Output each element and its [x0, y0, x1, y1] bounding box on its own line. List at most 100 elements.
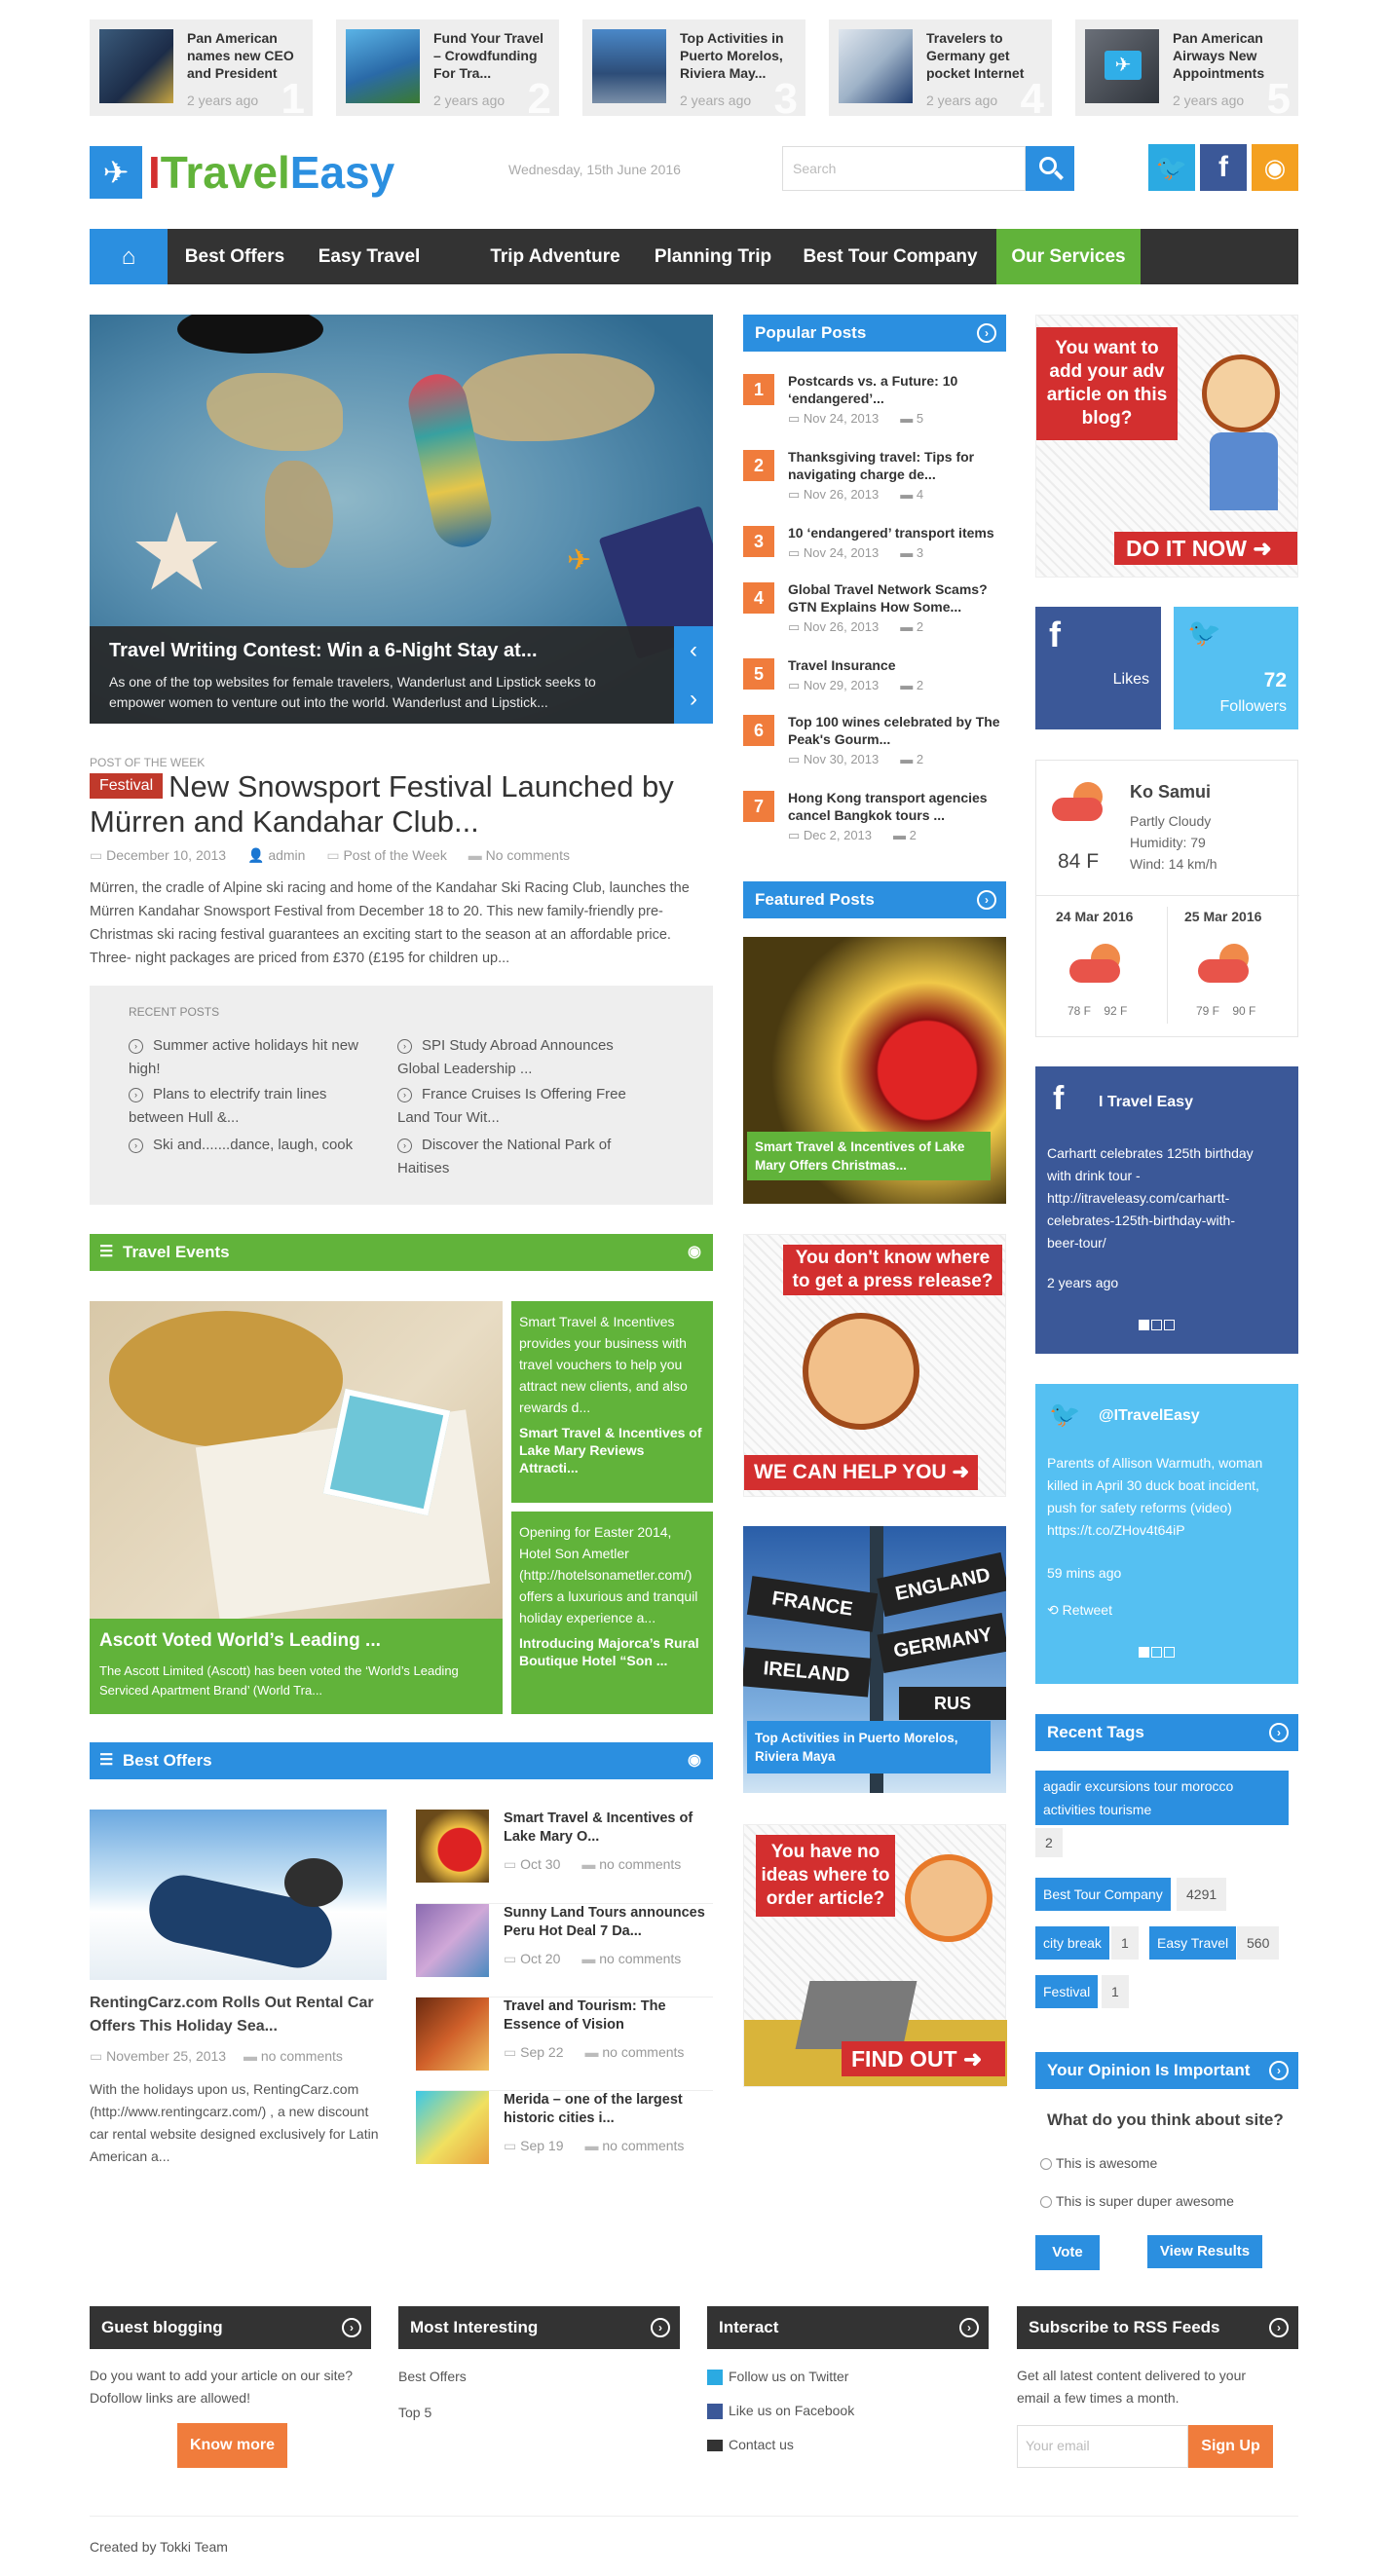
add-adv-ad[interactable]: You want to add your adv article on this… [1035, 315, 1298, 578]
like-facebook-link[interactable]: Like us on Facebook [707, 2403, 854, 2420]
order-article-ad[interactable]: You have no ideas where to order article… [743, 1824, 1007, 2087]
facebook-feed-title[interactable]: I Travel Easy [1099, 1094, 1193, 1111]
best-offer-main-title[interactable]: RentingCarz.com Rolls Out Rental Car Off… [90, 1992, 387, 2038]
ticker-item[interactable]: Travelers to Germany get pocket Internet… [829, 19, 1052, 116]
recent-post-item[interactable]: › Summer active holidays hit new high! [129, 1034, 372, 1081]
know-more-button[interactable]: Know more [177, 2423, 287, 2468]
popular-post-item[interactable]: 5 Travel Insurance ▭ Nov 29, 2013 ▬ 2 [743, 657, 1008, 717]
popular-post-item[interactable]: 7 Hong Kong transport agencies cancel Ban… [743, 790, 1008, 849]
site-logo[interactable]: ✈ ITravelEasy [90, 144, 394, 199]
featured-post-2[interactable]: FRANCE ENGLAND GERMANY IRELAND RUS Top A… [743, 1526, 1006, 1793]
popular-post-item[interactable]: 6 Top 100 wines celebrated by The Peak's … [743, 714, 1008, 773]
nav-our-services[interactable]: Our Services [996, 229, 1141, 284]
poll-option-1[interactable]: This is awesome [1040, 2155, 1157, 2171]
email-input[interactable]: Your email [1017, 2425, 1188, 2468]
rss-icon[interactable]: ◉ [688, 1234, 701, 1271]
potw-author[interactable]: admin [268, 847, 305, 863]
sign-up-button[interactable]: Sign Up [1188, 2425, 1273, 2468]
footer-link[interactable]: Top 5 [398, 2405, 431, 2420]
tag-agadir[interactable]: agadir excursions tour morocco activitie… [1035, 1771, 1289, 1825]
travel-events-title[interactable]: Travel Events [123, 1243, 230, 1261]
popular-post-item[interactable]: 4 Global Travel Network Scams? GTN Explai… [743, 581, 1008, 641]
footer-link[interactable]: Best Offers [398, 2369, 467, 2384]
rss-header-icon[interactable]: ◉ [1252, 144, 1298, 191]
travel-event-side-2[interactable]: Opening for Easter 2014, Hotel Son Ametl… [511, 1512, 713, 1714]
tag-easy-travel[interactable]: Easy Travel [1149, 1926, 1237, 1960]
travel-event-main-title[interactable]: Ascott Voted World’s Leading ... [99, 1630, 493, 1652]
retweet-link[interactable]: ⟲ Retweet [1047, 1602, 1112, 1619]
recent-post-item[interactable]: › Ski and.......dance, laugh, cook [129, 1134, 372, 1157]
side-1-title[interactable]: Smart Travel & Incentives of Lake Mary R… [519, 1424, 705, 1476]
view-results-button[interactable]: View Results [1147, 2235, 1262, 2268]
best-offers-title[interactable]: Best Offers [123, 1751, 212, 1770]
ticker-item[interactable]: Top Activities in Puerto Morelos, Rivier… [582, 19, 805, 116]
arrow-circle-icon[interactable]: › [977, 890, 996, 910]
radio-button[interactable] [1040, 2158, 1052, 2171]
follow-twitter-link[interactable]: Follow us on Twitter [707, 2369, 848, 2386]
vote-button[interactable]: Vote [1035, 2235, 1100, 2270]
slider-title[interactable]: Travel Writing Contest: Win a 6-Night St… [109, 640, 655, 662]
best-offer-item[interactable]: Smart Travel & Incentives of Lake Mary O… [416, 1810, 713, 1897]
potw-comments[interactable]: No comments [486, 847, 570, 863]
featured-caption-1[interactable]: Smart Travel & Incentives of Lake Mary O… [747, 1132, 991, 1180]
ticker-title[interactable]: Fund Your Travel – Crowdfunding For Tra.… [433, 29, 545, 82]
twitter-followers-box[interactable]: 🐦 72 Followers [1174, 607, 1298, 729]
popular-posts-title[interactable]: Popular Posts [755, 323, 866, 342]
arrow-circle-icon[interactable]: › [959, 2318, 979, 2337]
arrow-circle-icon[interactable]: › [1269, 1723, 1289, 1742]
recent-post-item[interactable]: › Plans to electrify train lines between … [129, 1083, 372, 1130]
facebook-feed-text[interactable]: Carhartt celebrates 125th birthday with … [1047, 1142, 1266, 1254]
tag-best-tour-company[interactable]: Best Tour Company [1035, 1878, 1171, 1911]
arrow-circle-icon[interactable]: › [977, 323, 996, 343]
travel-event-side-1[interactable]: Smart Travel & Incentives provides your … [511, 1301, 713, 1503]
twitter-header-icon[interactable]: 🐦 [1148, 144, 1195, 191]
arrow-circle-icon[interactable]: › [342, 2318, 361, 2337]
search-button[interactable] [1026, 146, 1074, 191]
arrow-circle-icon[interactable]: › [651, 2318, 670, 2337]
carousel-dots[interactable] [1139, 1318, 1175, 1333]
featured-caption-2[interactable]: Top Activities in Puerto Morelos, Rivier… [747, 1721, 991, 1773]
potw-title[interactable]: New Snowsport Festival Launched by Mürre… [90, 769, 674, 839]
nav-home[interactable]: ⌂ [90, 229, 168, 284]
arrow-circle-icon[interactable]: › [1269, 2061, 1289, 2080]
tag-city-break[interactable]: city break [1035, 1926, 1109, 1960]
facebook-header-icon[interactable]: f [1200, 144, 1247, 191]
popular-post-item[interactable]: 1 Postcards vs. a Future: 10 ‘endangered’… [743, 373, 1008, 432]
poll-option-2[interactable]: This is super duper awesome [1040, 2193, 1234, 2209]
contact-link[interactable]: Contact us [707, 2437, 794, 2452]
best-offer-item[interactable]: Sunny Land Tours announces Peru Hot Deal… [416, 1903, 713, 1991]
ticker-title[interactable]: Pan American Airways New Appointments [1173, 29, 1285, 82]
facebook-likes-box[interactable]: f Likes [1035, 607, 1161, 729]
ticker-item[interactable]: Fund Your Travel – Crowdfunding For Tra.… [336, 19, 559, 116]
nav-planning-trip[interactable]: Planning Trip [645, 229, 781, 284]
ticker-item[interactable]: ✈ Pan American Airways New Appointments … [1075, 19, 1298, 116]
best-offer-main-image[interactable] [90, 1810, 387, 1980]
popular-post-item[interactable]: 3 10 ‘endangered’ transport items ▭ Nov 24… [743, 525, 1008, 584]
arrow-circle-icon[interactable]: › [1269, 2318, 1289, 2337]
ticker-title[interactable]: Pan American names new CEO and President [187, 29, 299, 82]
tag-festival[interactable]: Festival [1035, 1975, 1099, 2008]
featured-slider[interactable]: ★ ✈ Travel Writing Contest: Win a 6-Nigh… [90, 315, 713, 724]
rss-icon[interactable]: ◉ [688, 1742, 701, 1779]
radio-button[interactable] [1040, 2196, 1052, 2209]
potw-category[interactable]: Post of the Week [343, 847, 446, 863]
twitter-handle[interactable]: @ITravelEasy [1099, 1407, 1200, 1425]
search-input[interactable]: Search [782, 146, 1026, 191]
ticker-title[interactable]: Top Activities in Puerto Morelos, Rivier… [680, 29, 792, 82]
nav-easy-travel[interactable]: Easy Travel [306, 229, 432, 284]
featured-posts-title[interactable]: Featured Posts [755, 890, 875, 909]
tweet-text[interactable]: Parents of Allison Warmuth, woman killed… [1047, 1452, 1286, 1542]
carousel-dots[interactable] [1139, 1645, 1175, 1661]
best-offer-item[interactable]: Merida – one of the largest historic cit… [416, 2090, 713, 2178]
poll-title[interactable]: Your Opinion Is Important [1047, 2061, 1250, 2079]
ticker-item[interactable]: Pan American names new CEO and President… [90, 19, 313, 116]
nav-best-tour-company[interactable]: Best Tour Company [797, 229, 984, 284]
recent-post-item[interactable]: › SPI Study Abroad Announces Global Leade… [397, 1034, 641, 1081]
ticker-title[interactable]: Travelers to Germany get pocket Internet [926, 29, 1038, 82]
slider-next-button[interactable]: › [674, 675, 713, 724]
recent-post-item[interactable]: › Discover the National Park of Haitises [397, 1134, 641, 1180]
slider-prev-button[interactable]: ‹ [674, 626, 713, 675]
press-release-ad[interactable]: You don't know where to get a press rele… [743, 1234, 1006, 1497]
best-offer-item[interactable]: Travel and Tourism: The Essence of Visio… [416, 1997, 713, 2084]
side-2-title[interactable]: Introducing Majorca’s Rural Boutique Hot… [519, 1634, 705, 1669]
